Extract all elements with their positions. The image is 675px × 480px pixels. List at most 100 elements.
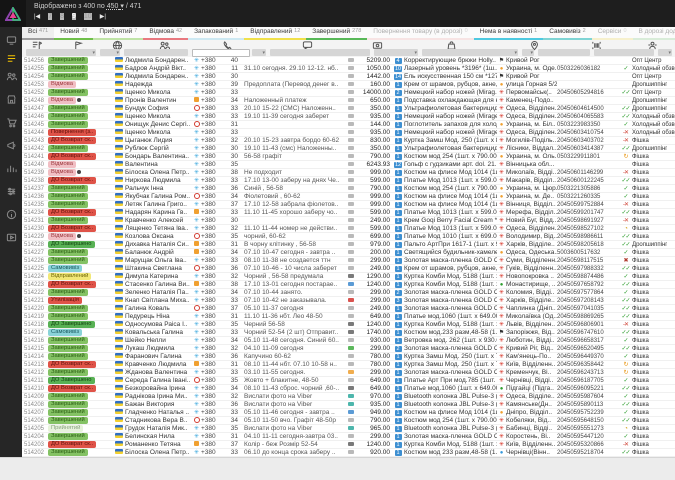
phone-suffix: 30	[223, 217, 240, 225]
delivery-status-icon: ✓✓	[619, 281, 632, 289]
payment-cell	[348, 385, 357, 393]
order-total: 935.00	[357, 401, 392, 409]
orders-icon[interactable]	[0, 49, 22, 67]
order-id: 514255	[22, 65, 48, 73]
filter-phone-mode[interactable]: ▾	[252, 49, 266, 56]
page-button-7[interactable]: 7	[48, 13, 52, 20]
lp-crm-logo[interactable]	[0, 0, 26, 27]
comment-text: Предоплата (Перевод денег в..	[240, 81, 348, 89]
page-button-8[interactable]: 8	[60, 13, 64, 20]
order-id: 514216	[22, 337, 48, 345]
dashboard-icon[interactable]	[0, 31, 22, 49]
quantity-cell: 1	[392, 121, 404, 129]
cart-icon[interactable]	[0, 113, 22, 131]
ukraine-flag-icon	[115, 185, 123, 190]
tab-3[interactable]: Прийнятий7	[93, 27, 143, 40]
first-page-button[interactable]: |◀	[34, 13, 40, 20]
tab-5[interactable]: Запакований1	[188, 27, 244, 40]
comment-text: 08.10 11-44 нбт. 07.10 10-58 н..	[240, 361, 348, 369]
page-button-10[interactable]: 10	[84, 13, 92, 20]
order-id: 514220	[22, 305, 48, 313]
filter-client[interactable]	[124, 49, 188, 56]
info-icon[interactable]	[0, 205, 22, 223]
country-cell	[112, 361, 125, 369]
quantity-badge: 1	[395, 402, 402, 408]
payment-type-icon	[348, 442, 354, 446]
order-id: 514238	[22, 177, 48, 185]
tab-label: В дорозі додому	[639, 28, 675, 35]
filter-delivery[interactable]: ▾	[522, 49, 534, 56]
nova-poshta-icon: ✳	[499, 442, 504, 448]
filter-comment[interactable]	[270, 49, 370, 56]
status-cell: Завершений	[48, 217, 112, 225]
per-page-selector[interactable]: 450 ▾	[107, 3, 124, 10]
product-name: Костюм на флисе Мод 1014 (1ш..	[404, 169, 497, 177]
quantity-badge: 1	[395, 98, 402, 104]
order-source: Холодный обзвон	[632, 65, 675, 73]
status-badge: Завершений	[48, 105, 88, 112]
messenger-cell: ✳	[192, 425, 201, 433]
tab-8[interactable]: Повернення товару (в дорозі)0	[367, 27, 473, 40]
phone-suffix: 33	[223, 369, 240, 377]
comment-text: 11.10 11-45 хорошо заберу чо..	[240, 209, 348, 217]
page-button-9[interactable]: 9	[72, 13, 76, 20]
filter-ttn[interactable]	[594, 49, 654, 56]
filter-product[interactable]: ▾	[422, 49, 518, 56]
tab-label: Запакований	[194, 28, 233, 35]
order-source: Фішка	[632, 449, 649, 457]
delivery-status-icon: ✓✓	[619, 417, 632, 425]
country-cell	[112, 417, 125, 425]
tab-9[interactable]: Нема в наявності1	[474, 27, 544, 40]
tab-10[interactable]: Самовивіз2	[543, 27, 592, 40]
filter-payment[interactable]: ▾	[374, 49, 418, 56]
statistics-icon[interactable]	[0, 159, 22, 177]
ukraine-flag-icon	[115, 289, 123, 294]
quantity-cell: 1	[392, 217, 404, 225]
messenger-cell	[192, 233, 201, 241]
messenger-cell: ✳	[192, 289, 201, 297]
order-source: Фішка	[632, 193, 649, 201]
tab-7[interactable]: Завершений278	[306, 27, 367, 40]
video-icon[interactable]	[0, 228, 22, 246]
tab-2[interactable]: Новий48	[54, 27, 93, 40]
quantity-badge: 1	[395, 354, 402, 360]
nova-poshta-icon: ✳	[499, 130, 504, 136]
delivery-cell: ✳	[497, 257, 506, 265]
tab-6[interactable]: Відправлений12	[244, 27, 306, 40]
filter-source[interactable]: ▾	[658, 49, 672, 56]
delivery-cell: ●	[497, 153, 506, 161]
quantity-cell: 1	[392, 241, 404, 249]
status-badge: Завершений	[48, 249, 88, 256]
payment-type-icon	[348, 226, 354, 230]
tab-4[interactable]: Відмова42	[143, 27, 188, 40]
phone-prefix: +380	[201, 401, 223, 409]
filter-status[interactable]: ▾	[26, 49, 96, 56]
filter-address[interactable]	[538, 49, 590, 56]
comment-text: 20.10 15-22 (СМС) Наложенн..	[240, 105, 348, 113]
last-page-button[interactable]: ▶|	[100, 13, 106, 20]
phone-prefix: +380	[201, 417, 223, 425]
tab-count: 48	[81, 28, 87, 34]
order-id: 514235	[22, 201, 48, 209]
product-name: Ель искусственная 150 см *127..	[404, 73, 497, 81]
store-icon[interactable]	[0, 90, 22, 108]
client-name: Лукаш Людмила	[125, 345, 192, 353]
order-row[interactable]: 514202ЗавершенийБілоска Олена Петр..✳+38…	[22, 449, 675, 457]
ukraine-flag-icon	[115, 273, 123, 278]
client-name: Галина Коваль	[125, 305, 192, 313]
settings-icon[interactable]	[0, 182, 22, 200]
country-cell	[112, 337, 125, 345]
filter-country[interactable]: ▾	[100, 49, 120, 56]
tab-11[interactable]: Сервіси0	[592, 27, 633, 40]
payment-type-icon	[348, 306, 354, 310]
country-cell	[112, 433, 125, 441]
clients-icon[interactable]	[0, 67, 22, 85]
order-source: Опт Центр	[632, 89, 662, 97]
nova-poshta-icon: ✳	[499, 402, 504, 408]
tab-12[interactable]: В дорозі додому0	[633, 27, 675, 40]
tab-1[interactable]: Всі471	[22, 27, 54, 40]
marketing-icon[interactable]	[0, 136, 22, 154]
tracking-number: 0503226036182	[557, 65, 619, 73]
payment-type-icon	[348, 386, 354, 390]
payment-cell	[348, 305, 357, 313]
